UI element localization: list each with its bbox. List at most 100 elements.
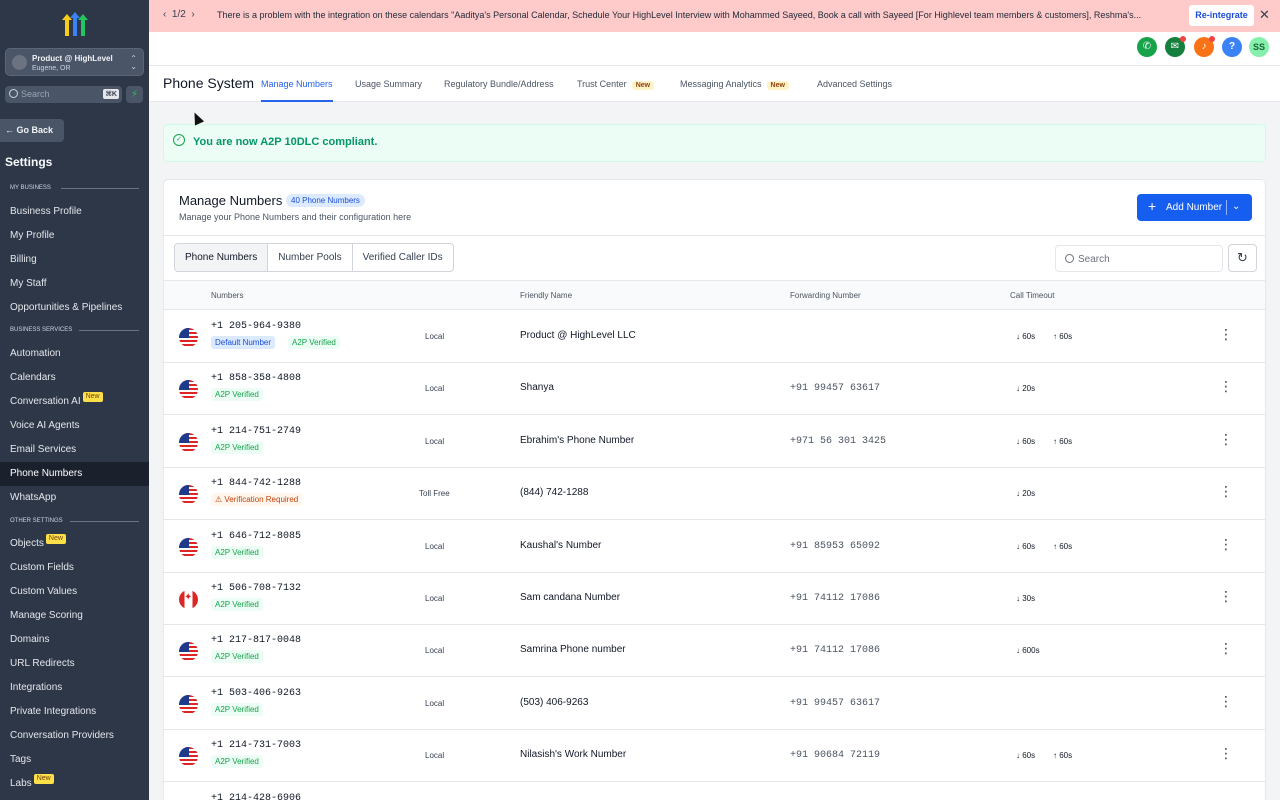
more-options-icon[interactable]: ⋮ <box>1219 589 1233 603</box>
help-icon[interactable]: ? <box>1222 37 1242 57</box>
more-options-icon[interactable]: ⋮ <box>1219 327 1233 341</box>
sidebar-item-voice-ai-agents[interactable]: Voice AI Agents <box>0 414 149 438</box>
quick-action-icon[interactable]: ⚡ <box>126 86 143 103</box>
sidebar-item-opportunities-pipelines[interactable]: Opportunities & Pipelines <box>0 296 149 320</box>
column-numbers[interactable]: Numbers <box>211 291 243 300</box>
sidebar-item-domains[interactable]: Domains <box>0 628 149 652</box>
column-forwarding-number[interactable]: Forwarding Number <box>790 291 861 300</box>
sidebar-item-manage-scoring[interactable]: Manage Scoring <box>0 604 149 628</box>
reintegrate-button[interactable]: Re-integrate <box>1189 5 1254 26</box>
chevron-left-icon[interactable]: ‹ <box>163 9 166 20</box>
chevron-down-icon[interactable]: ⌄ <box>1232 201 1240 212</box>
table-row[interactable]: +1 214-751-2749 A2P Verified Local Ebrahim'… <box>164 416 1265 468</box>
highlevel-logo[interactable] <box>62 12 88 36</box>
friendly-name: Sam candana Number <box>520 592 621 603</box>
sidebar-item-conversation-providers[interactable]: Conversation Providers <box>0 724 149 748</box>
tab-label: Manage Numbers <box>261 79 333 89</box>
sidebar-item-url-redirects[interactable]: URL Redirects <box>0 652 149 676</box>
tab-regulatory-bundle[interactable]: Regulatory Bundle/Address <box>444 79 554 89</box>
sidebar-item-business-profile[interactable]: Business Profile <box>0 200 149 224</box>
sidebar-item-integrations[interactable]: Integrations <box>0 676 149 700</box>
go-back-button[interactable]: ← Go Back <box>0 119 64 142</box>
tab-advanced-settings[interactable]: Advanced Settings <box>817 79 892 89</box>
tab-trust-center[interactable]: Trust Center New <box>577 79 655 90</box>
inbound-timeout-value: 20s <box>1022 384 1036 394</box>
phone-number: +1 858-358-4808 <box>211 373 302 385</box>
sidebar: Product @ HighLevel Eugene, OR ⌃ ⌄ Search… <box>0 0 149 800</box>
bell-icon[interactable]: ♪ <box>1194 36 1215 57</box>
outbound-timeout-value: 60s <box>1059 541 1073 551</box>
avatar[interactable]: SS <box>1249 37 1269 57</box>
phone-number: +1 214-731-7003 <box>211 740 302 752</box>
sidebar-item-email-services[interactable]: Email Services <box>0 438 149 462</box>
sidebar-item-billing[interactable]: Billing <box>0 248 149 272</box>
a2p-verified-badge: A2P Verified <box>211 440 263 454</box>
sidebar-item-label: Objects <box>10 538 44 549</box>
more-options-icon[interactable]: ⋮ <box>1219 432 1233 446</box>
table-row[interactable]: +1 506-708-7132 A2P Verified Local Sam cand… <box>164 573 1265 625</box>
sidebar-item-my-staff[interactable]: My Staff <box>0 272 149 296</box>
go-back-label: Go Back <box>16 125 54 135</box>
badge-label: A2P Verified <box>215 390 259 400</box>
tab-manage-numbers[interactable]: Manage Numbers <box>261 79 333 102</box>
sidebar-item-phone-numbers[interactable]: Phone Numbers <box>0 462 149 486</box>
sidebar-item-custom-values[interactable]: Custom Values <box>0 580 149 604</box>
outbound-timeout: ↑ 60s <box>1053 751 1073 761</box>
column-friendly-name[interactable]: Friendly Name <box>520 291 572 300</box>
sidebar-item-label: Email Services <box>10 444 77 455</box>
more-options-icon[interactable]: ⋮ <box>1219 641 1233 655</box>
banner-pager[interactable]: ‹ 1/2 › <box>163 9 195 20</box>
table-row[interactable]: +1 205-964-9380 Default Number A2P Verifie… <box>164 311 1265 363</box>
table-row[interactable]: +1 844-742-1288 ⚠ Verification Required To… <box>164 468 1265 521</box>
more-options-icon[interactable]: ⋮ <box>1219 537 1233 551</box>
account-switcher[interactable]: Product @ HighLevel Eugene, OR ⌃ ⌄ <box>5 48 144 76</box>
more-options-icon[interactable]: ⋮ <box>1219 484 1233 498</box>
close-icon[interactable]: ✕ <box>1259 7 1270 23</box>
table-row[interactable]: +1 214-428-6906 <box>164 783 1265 800</box>
table-row[interactable]: +1 503-406-9263 A2P Verified Local (503) 40… <box>164 678 1265 730</box>
button-separator <box>1226 200 1227 215</box>
us-flag-icon <box>179 328 198 347</box>
sidebar-item-conversation-ai[interactable]: Conversation AI New <box>0 390 149 414</box>
more-options-icon[interactable]: ⋮ <box>1219 379 1233 393</box>
table-row[interactable]: +1 858-358-4808 A2P Verified Local Shanya +9… <box>164 363 1265 416</box>
megaphone-icon[interactable]: ✉ <box>1165 36 1186 57</box>
chevron-right-icon[interactable]: › <box>191 9 194 20</box>
add-number-button[interactable]: + Add Number ⌄ <box>1137 194 1252 221</box>
tab-messaging-analytics[interactable]: Messaging Analytics New <box>680 79 789 90</box>
segment-verified-caller-ids[interactable]: Verified Caller IDs <box>353 244 453 271</box>
table-row[interactable]: +1 214-731-7003 A2P Verified Local Nilasish… <box>164 730 1265 783</box>
sidebar-search-placeholder: Search <box>21 89 50 99</box>
sidebar-item-label: Manage Scoring <box>10 610 83 621</box>
sidebar-item-tags[interactable]: Tags <box>0 748 149 772</box>
sidebar-item-calendars[interactable]: Calendars <box>0 366 149 390</box>
sidebar-item-private-integrations[interactable]: Private Integrations <box>0 700 149 724</box>
forwarding-number: +91 74112 17086 <box>790 645 881 657</box>
sidebar-search[interactable]: Search ⌘K <box>5 86 122 103</box>
sidebar-item-label: Billing <box>10 254 37 265</box>
a2p-verified-badge: A2P Verified <box>211 650 263 664</box>
tab-usage-summary[interactable]: Usage Summary <box>355 79 422 89</box>
table-search-input[interactable] <box>1078 250 1213 268</box>
more-options-icon[interactable]: ⋮ <box>1219 694 1233 708</box>
sidebar-item-objects[interactable]: Objects New <box>0 532 149 556</box>
column-call-timeout[interactable]: Call Timeout <box>1010 291 1054 300</box>
us-flag-icon <box>179 747 198 767</box>
badge-label: A2P Verified <box>215 652 259 662</box>
refresh-icon[interactable]: ↻ <box>1228 244 1257 272</box>
inbound-timeout: ↓ 60s <box>1016 436 1036 446</box>
sidebar-item-custom-fields[interactable]: Custom Fields <box>0 556 149 580</box>
segment-number-pools[interactable]: Number Pools <box>268 244 353 271</box>
inbound-timeout-value: 60s <box>1022 751 1036 761</box>
table-row[interactable]: +1 646-712-8085 A2P Verified Local Kaushal'… <box>164 521 1265 573</box>
segment-phone-numbers[interactable]: Phone Numbers <box>175 244 269 271</box>
phone-icon[interactable]: ✆ <box>1137 37 1157 57</box>
section-other-settings: OTHER SETTINGS <box>10 518 63 524</box>
table-row[interactable]: +1 217-817-0048 A2P Verified Local Samrina … <box>164 625 1265 678</box>
sidebar-item-labs[interactable]: Labs New <box>0 772 149 796</box>
more-options-icon[interactable]: ⋮ <box>1219 746 1233 760</box>
badge-label: A2P Verified <box>215 600 259 609</box>
sidebar-item-automation[interactable]: Automation <box>0 342 149 366</box>
sidebar-item-my-profile[interactable]: My Profile <box>0 224 149 248</box>
sidebar-item-whatsapp[interactable]: WhatsApp <box>0 486 149 510</box>
